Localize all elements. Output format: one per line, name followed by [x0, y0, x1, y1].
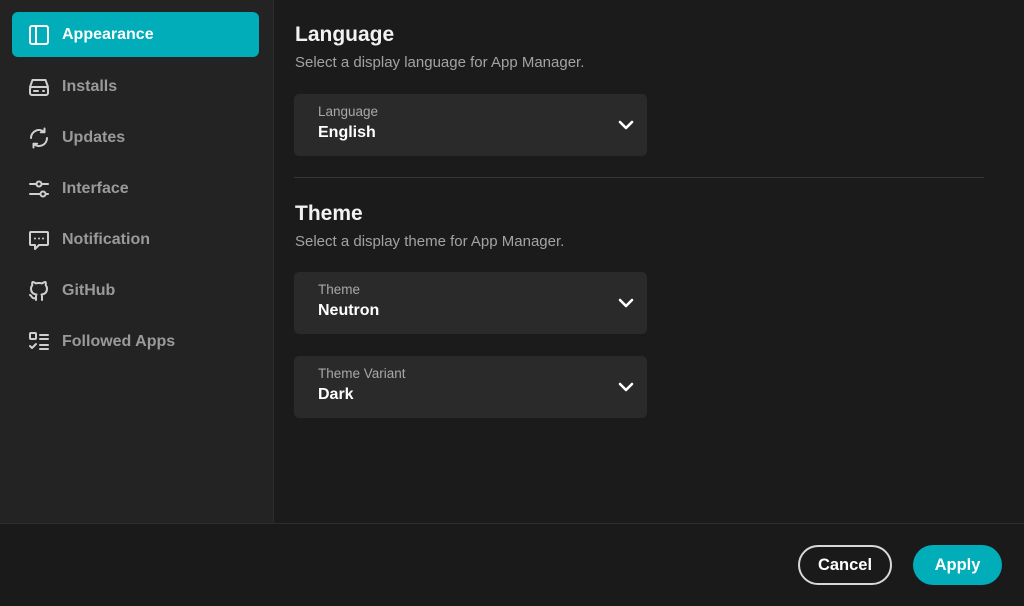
theme-select[interactable]: Theme Neutron	[294, 272, 647, 334]
sidebar-item-label: Interface	[62, 179, 129, 197]
section-divider	[294, 177, 984, 178]
chevron-down-icon	[617, 378, 635, 396]
theme-select-value: Neutron	[318, 302, 380, 319]
apply-button[interactable]: Apply	[913, 545, 1002, 585]
theme-variant-select-caption: Theme Variant	[318, 366, 406, 381]
sidebar-item-label: Notification	[62, 230, 150, 248]
theme-select-caption: Theme	[318, 282, 361, 297]
refresh-icon	[26, 125, 52, 151]
theme-variant-select[interactable]: Theme Variant Dark	[294, 356, 647, 418]
sidebar-item-appearance[interactable]: Appearance	[12, 12, 259, 57]
language-select[interactable]: Language English	[294, 94, 647, 156]
sidebar-item-label: Appearance	[62, 25, 154, 43]
language-title: Language	[295, 23, 395, 46]
language-select-value: English	[318, 124, 376, 141]
sidebar-item-label: Updates	[62, 128, 126, 146]
cancel-button[interactable]: Cancel	[798, 545, 892, 585]
sidebar-item-label: Installs	[62, 77, 118, 95]
sidebar-item-installs[interactable]: Installs	[12, 64, 259, 109]
sidebar-item-followed-apps[interactable]: Followed Apps	[12, 319, 259, 364]
appearance-icon	[26, 22, 52, 48]
sidebar-item-github[interactable]: GitHub	[12, 268, 259, 313]
settings-sidebar: Appearance Installs Updates Interface No…	[0, 0, 274, 523]
chevron-down-icon	[617, 294, 635, 312]
dialog-footer: Cancel Apply	[0, 523, 1024, 606]
language-description: Select a display language for App Manage…	[295, 54, 585, 71]
sidebar-item-interface[interactable]: Interface	[12, 166, 259, 211]
sidebar-item-notification[interactable]: Notification	[12, 217, 259, 262]
settings-content: Language Select a display language for A…	[275, 0, 1024, 523]
language-select-caption: Language	[318, 104, 379, 119]
drive-icon	[26, 74, 52, 100]
checklist-icon	[26, 329, 52, 355]
chevron-down-icon	[617, 116, 635, 134]
theme-variant-select-value: Dark	[318, 386, 354, 403]
sidebar-item-updates[interactable]: Updates	[12, 115, 259, 160]
github-icon	[26, 278, 52, 304]
theme-title: Theme	[295, 202, 363, 225]
sidebar-item-label: GitHub	[62, 281, 116, 299]
sliders-icon	[26, 176, 52, 202]
sidebar-item-label: Followed Apps	[62, 332, 176, 350]
theme-description: Select a display theme for App Manager.	[295, 233, 565, 250]
message-icon	[26, 227, 52, 253]
